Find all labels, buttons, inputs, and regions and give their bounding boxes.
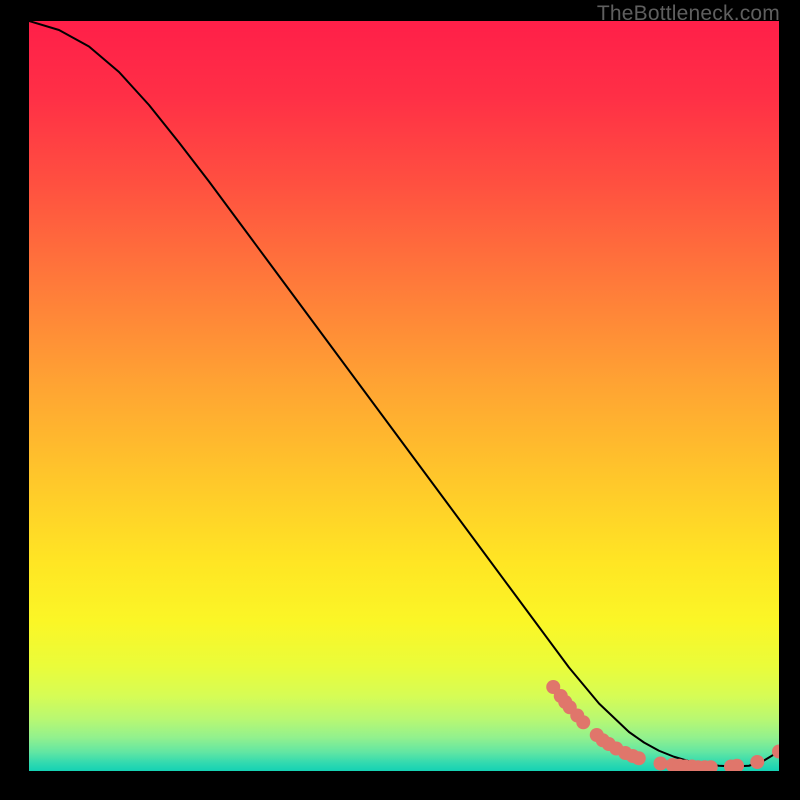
marker-dot <box>654 757 668 771</box>
marker-dot <box>632 751 646 765</box>
chart-svg <box>29 21 779 771</box>
gradient-background <box>29 21 779 771</box>
marker-dot <box>750 755 764 769</box>
plot-area <box>29 21 779 771</box>
marker-dot <box>576 715 590 729</box>
chart-stage: TheBottleneck.com <box>0 0 800 800</box>
